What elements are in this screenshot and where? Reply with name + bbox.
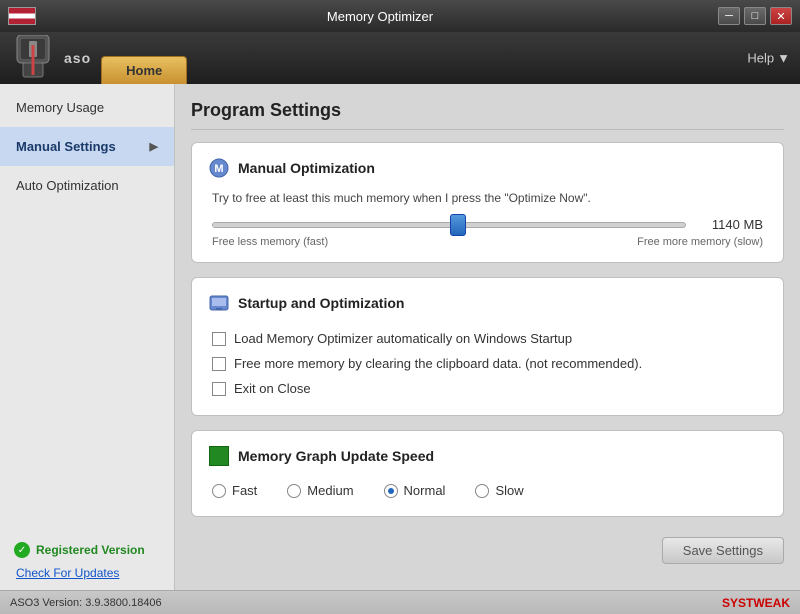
- slider-description: Try to free at least this much memory wh…: [208, 191, 767, 205]
- page-title: Program Settings: [191, 100, 784, 130]
- wrench-icon: [13, 35, 53, 81]
- memory-graph-icon: [208, 445, 230, 467]
- minimize-button[interactable]: ─: [718, 7, 740, 25]
- startup-optimization-header: Startup and Optimization: [208, 292, 767, 314]
- registered-label: Registered Version: [36, 543, 145, 557]
- logo-area: aso: [10, 35, 91, 81]
- radio-fast[interactable]: Fast: [212, 483, 257, 498]
- radio-normal[interactable]: Normal: [384, 483, 446, 498]
- sidebar-item-auto-optimization[interactable]: Auto Optimization: [0, 166, 174, 205]
- header-bar: aso Home Help ▼: [0, 32, 800, 84]
- radio-slow-outer[interactable]: [475, 484, 489, 498]
- svg-text:M: M: [214, 163, 223, 175]
- sidebar-item-memory-usage[interactable]: Memory Usage: [0, 88, 174, 127]
- maximize-button[interactable]: □: [744, 7, 766, 25]
- systweak-logo: SYSTWEAK: [722, 596, 790, 610]
- app-logo-icon: [10, 35, 56, 81]
- logo-text: aso: [64, 50, 91, 66]
- title-bar-left: [8, 7, 42, 25]
- checkbox-exit-close: Exit on Close: [208, 376, 767, 401]
- window-title: Memory Optimizer: [42, 9, 718, 24]
- help-button[interactable]: Help ▼: [747, 51, 790, 66]
- checkbox-free-clipboard: Free more memory by clearing the clipboa…: [208, 351, 767, 376]
- bottom-bar: ASO3 Version: 3.9.3800.18406 SYSTWEAK: [0, 590, 800, 614]
- radio-fast-outer[interactable]: [212, 484, 226, 498]
- content-area: Program Settings M Manual Optimization T…: [175, 84, 800, 590]
- radio-group-speed: Fast Medium Normal Slow: [208, 479, 767, 502]
- slider-label-right: Free more memory (slow): [637, 236, 763, 248]
- radio-normal-inner: [388, 488, 394, 494]
- slider-thumb[interactable]: [450, 214, 466, 236]
- slider-track[interactable]: [212, 222, 686, 228]
- radio-medium-outer[interactable]: [287, 484, 301, 498]
- checkbox-load-auto: Load Memory Optimizer automatically on W…: [208, 326, 767, 351]
- title-bar: Memory Optimizer ─ □ ✕: [0, 0, 800, 32]
- sidebar-item-manual-settings[interactable]: Manual Settings ▶: [0, 127, 174, 166]
- startup-optimization-card: Startup and Optimization Load Memory Opt…: [191, 277, 784, 416]
- checkbox-load-auto-box[interactable]: [212, 332, 226, 346]
- checkbox-free-clipboard-box[interactable]: [212, 357, 226, 371]
- slider-container: 1140 MB: [208, 217, 767, 232]
- manual-optimization-icon: M: [208, 157, 230, 179]
- check-updates-link[interactable]: Check For Updates: [14, 566, 160, 580]
- tab-home[interactable]: Home: [101, 56, 187, 84]
- close-button[interactable]: ✕: [770, 7, 792, 25]
- version-label: ASO3 Version: 3.9.3800.18406: [10, 597, 162, 609]
- memory-graph-header: Memory Graph Update Speed: [208, 445, 767, 467]
- save-settings-button[interactable]: Save Settings: [662, 537, 784, 564]
- memory-graph-card: Memory Graph Update Speed Fast Medium: [191, 430, 784, 517]
- slider-value: 1140 MB: [698, 217, 763, 232]
- manual-optimization-header: M Manual Optimization: [208, 157, 767, 179]
- sidebar-bottom: ✓ Registered Version Check For Updates: [0, 532, 174, 590]
- chevron-right-icon: ▶: [150, 140, 158, 153]
- sidebar: Memory Usage Manual Settings ▶ Auto Opti…: [0, 84, 175, 590]
- nav-tabs: Home: [101, 56, 187, 84]
- save-button-row: Save Settings: [191, 531, 784, 572]
- radio-medium[interactable]: Medium: [287, 483, 353, 498]
- radio-slow[interactable]: Slow: [475, 483, 523, 498]
- slider-labels: Free less memory (fast) Free more memory…: [208, 236, 767, 248]
- registered-badge: ✓ Registered Version: [14, 542, 160, 558]
- slider-label-left: Free less memory (fast): [212, 236, 328, 248]
- registered-icon: ✓: [14, 542, 30, 558]
- manual-optimization-card: M Manual Optimization Try to free at lea…: [191, 142, 784, 263]
- radio-normal-outer[interactable]: [384, 484, 398, 498]
- window-controls: ─ □ ✕: [718, 7, 792, 25]
- checkbox-exit-close-box[interactable]: [212, 382, 226, 396]
- main-layout: Memory Usage Manual Settings ▶ Auto Opti…: [0, 84, 800, 590]
- flag-icon: [8, 7, 36, 25]
- startup-icon: [208, 292, 230, 314]
